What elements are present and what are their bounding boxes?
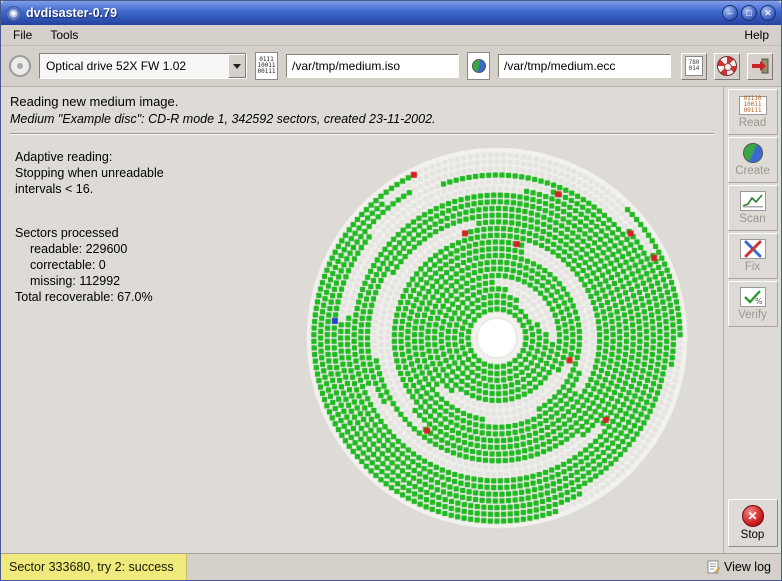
- read-label: Read: [739, 117, 767, 129]
- stop-label: Stop: [741, 529, 765, 541]
- mode-title: Adaptive reading:: [15, 149, 164, 165]
- read-button[interactable]: 01110 10011 00111 Read: [728, 89, 778, 135]
- titlebar[interactable]: dvdisaster-0.79 – □ ✕: [1, 1, 781, 25]
- quit-button[interactable]: [747, 53, 773, 80]
- statusbar: Sector 333680, try 2: success View log: [1, 553, 781, 580]
- maximize-button[interactable]: □: [741, 5, 757, 21]
- view-log-label: View log: [724, 560, 771, 574]
- close-button[interactable]: ✕: [760, 5, 776, 21]
- image-file-icon-digits: 00111: [257, 69, 275, 75]
- content-area: Adaptive reading: Stopping when unreadab…: [1, 135, 723, 553]
- menu-tools[interactable]: Tools: [41, 26, 87, 44]
- medium-info: Medium "Example disc": CD-R mode 1, 3425…: [10, 112, 714, 126]
- verify-label: Verify: [738, 309, 767, 321]
- minimize-button[interactable]: –: [722, 5, 738, 21]
- main-panel: Reading new medium image. Medium "Exampl…: [1, 87, 723, 553]
- fix-button[interactable]: Fix: [728, 233, 778, 279]
- create-label: Create: [735, 165, 770, 177]
- chevron-down-icon: [228, 54, 246, 78]
- fix-icon: [740, 239, 766, 259]
- disc-sector-map: [297, 138, 697, 538]
- preferences-button[interactable]: 780 014: [681, 53, 707, 80]
- lifesaver-icon: [717, 56, 737, 76]
- view-log-button[interactable]: View log: [697, 554, 781, 580]
- app-icon: [6, 6, 21, 21]
- verify-button[interactable]: % Verify: [728, 281, 778, 327]
- image-file-input[interactable]: [286, 54, 459, 78]
- drive-icon: [9, 55, 31, 77]
- app-window: dvdisaster-0.79 – □ ✕ File Tools Help Op…: [0, 0, 782, 581]
- total-recoverable: Total recoverable: 67.0%: [15, 289, 164, 305]
- fix-label: Fix: [745, 261, 760, 273]
- help-button[interactable]: [714, 53, 740, 80]
- ecc-file-icon: [467, 52, 490, 80]
- drive-selector-dropdown[interactable]: Optical drive 52X FW 1.02: [39, 53, 247, 79]
- toolbar: Optical drive 52X FW 1.02 0111 10011 001…: [1, 46, 781, 87]
- create-button[interactable]: Create: [728, 137, 778, 183]
- reading-info-panel: Adaptive reading: Stopping when unreadab…: [15, 149, 164, 305]
- drive-selector-value: Optical drive 52X FW 1.02: [40, 54, 228, 78]
- sectors-correctable: correctable: 0: [15, 257, 164, 273]
- stop-icon: ✕: [742, 505, 764, 527]
- ecc-file-input[interactable]: [498, 54, 671, 78]
- scan-label: Scan: [739, 213, 765, 225]
- menu-help[interactable]: Help: [735, 26, 778, 44]
- window-body: Reading new medium image. Medium "Exampl…: [1, 87, 781, 553]
- ecc-glyph-icon: [472, 59, 486, 73]
- create-icon: [743, 143, 763, 163]
- svg-text:%: %: [755, 297, 763, 306]
- sectors-missing: missing: 112992: [15, 273, 164, 289]
- menu-file[interactable]: File: [4, 26, 41, 44]
- read-icon: 01110 10011 00111: [739, 96, 767, 115]
- window-controls: – □ ✕: [722, 5, 776, 21]
- log-sheet-icon: [707, 560, 720, 574]
- action-sidebar: 01110 10011 00111 Read Create Scan: [723, 87, 781, 553]
- mode-line: Stopping when unreadable: [15, 165, 164, 181]
- scan-button[interactable]: Scan: [728, 185, 778, 231]
- window-title: dvdisaster-0.79: [26, 6, 117, 20]
- sectors-title: Sectors processed: [15, 225, 164, 241]
- preferences-icon: 780 014: [685, 56, 703, 76]
- toolbar-right-group: 780 014: [681, 53, 773, 80]
- status-header: Reading new medium image. Medium "Exampl…: [1, 87, 723, 135]
- menubar: File Tools Help: [1, 25, 781, 46]
- sectors-readable: readable: 229600: [15, 241, 164, 257]
- exit-door-icon: [750, 56, 770, 76]
- status-message: Sector 333680, try 2: success: [1, 554, 187, 580]
- action-title: Reading new medium image.: [10, 94, 714, 109]
- mode-line: intervals < 16.: [15, 181, 164, 197]
- scan-icon: [740, 191, 766, 211]
- verify-icon: %: [740, 287, 766, 307]
- image-file-icon: 0111 10011 00111: [255, 52, 278, 80]
- stop-button[interactable]: ✕ Stop: [728, 499, 778, 547]
